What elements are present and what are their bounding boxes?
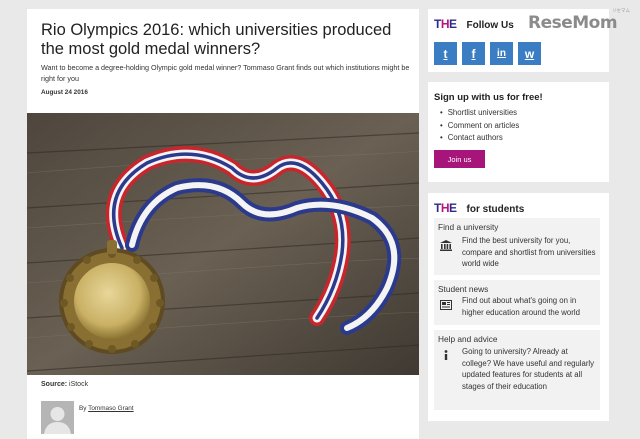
gold-medal-hero-image bbox=[27, 113, 419, 375]
university-building-icon bbox=[440, 239, 452, 251]
newspaper-icon bbox=[440, 299, 452, 311]
card-title: Find a university bbox=[438, 222, 499, 232]
source-label: Source: bbox=[41, 381, 68, 388]
author-avatar bbox=[41, 401, 74, 434]
image-source: Source: iStock bbox=[41, 381, 88, 388]
signup-title: Sign up with us for free! bbox=[434, 92, 543, 103]
follow-title: Follow Us bbox=[466, 20, 514, 31]
the-logo: THE bbox=[434, 201, 457, 215]
find-university-card[interactable]: Find a university Find the best universi… bbox=[434, 218, 600, 275]
weibo-icon[interactable]: w bbox=[518, 42, 541, 65]
watermark-brand: ReseMom bbox=[528, 13, 618, 33]
social-links: t f in w bbox=[434, 42, 541, 65]
for-students-panel: THE for students Find a university Find … bbox=[428, 193, 609, 421]
card-text: Find the best university for you, compar… bbox=[462, 236, 596, 268]
article-lede: Want to become a degree-holding Olympic … bbox=[41, 63, 410, 83]
card-text: Going to university? Already at college?… bbox=[462, 347, 595, 391]
follow-header: THE Follow Us bbox=[434, 17, 514, 31]
author-prefix: By bbox=[79, 405, 87, 412]
card-text: Find out about what's going on in higher… bbox=[462, 296, 580, 317]
the-logo: THE bbox=[434, 17, 457, 31]
source-value: iStock bbox=[69, 381, 89, 388]
linkedin-icon[interactable]: in bbox=[490, 42, 513, 65]
article-title: Rio Olympics 2016: which universities pr… bbox=[41, 21, 392, 58]
list-item: Contact authors bbox=[440, 132, 519, 145]
list-item: Shortlist universities bbox=[440, 107, 519, 120]
article-panel: Rio Olympics 2016: which universities pr… bbox=[27, 9, 419, 439]
twitter-icon[interactable]: t bbox=[434, 42, 457, 65]
card-title: Student news bbox=[438, 284, 489, 294]
signup-panel: Sign up with us for free! Shortlist univ… bbox=[428, 82, 609, 182]
facebook-icon[interactable]: f bbox=[462, 42, 485, 65]
author-byline: By Tommaso Grant bbox=[79, 405, 134, 412]
students-title: for students bbox=[466, 204, 525, 215]
author-link[interactable]: Tommaso Grant bbox=[88, 405, 133, 412]
signup-benefits-list: Shortlist universities Comment on articl… bbox=[440, 107, 520, 145]
avatar-placeholder-icon bbox=[41, 401, 74, 434]
info-icon bbox=[440, 349, 452, 361]
card-title: Help and advice bbox=[438, 334, 498, 344]
watermark-sub: リセマム bbox=[612, 8, 630, 13]
article-date: August 24 2016 bbox=[41, 89, 88, 96]
list-item: Comment on articles bbox=[440, 120, 520, 133]
help-advice-card[interactable]: Help and advice Going to university? Alr… bbox=[434, 330, 600, 410]
resemom-watermark-logo: ReseMom リセマム bbox=[528, 8, 632, 38]
student-news-card[interactable]: Student news Find out about what's going… bbox=[434, 280, 600, 325]
join-us-button[interactable]: Join us bbox=[434, 150, 485, 168]
students-header: THE for students bbox=[434, 201, 524, 215]
